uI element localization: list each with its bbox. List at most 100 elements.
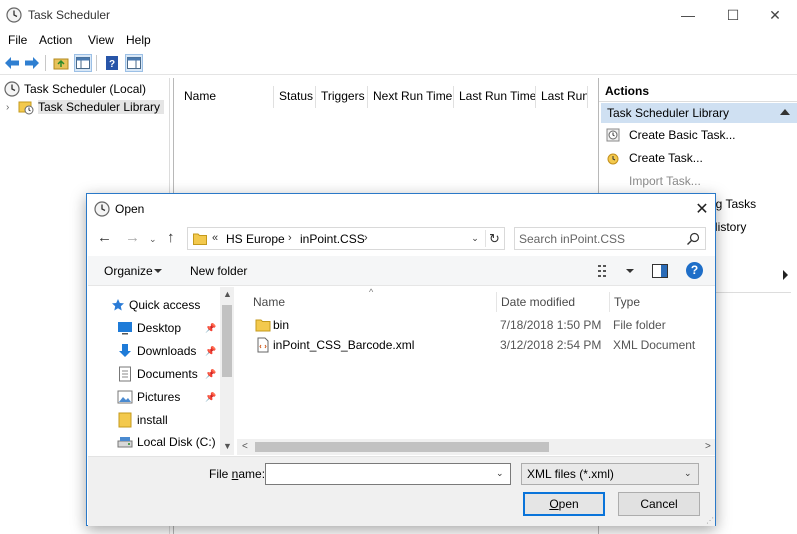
nav-documents[interactable]: Documents 📌 — [88, 364, 220, 384]
menu-view[interactable]: View — [88, 33, 114, 47]
caret-down-icon[interactable] — [154, 269, 162, 273]
tree-item-library-row[interactable]: › Task Scheduler Library — [6, 98, 165, 116]
refresh-icon[interactable]: ↻ — [485, 230, 503, 247]
column-header-name[interactable]: Name — [249, 292, 495, 312]
dialog-close-button[interactable]: ✕ — [691, 198, 713, 220]
action-create-task[interactable]: Create Task... — [605, 148, 703, 168]
horizontal-scrollbar[interactable]: < > — [237, 439, 715, 455]
scroll-thumb[interactable] — [222, 305, 232, 377]
show-hide-console-icon[interactable] — [74, 54, 92, 72]
breadcrumb-separator[interactable]: › — [364, 232, 368, 244]
file-row-xml[interactable]: inPoint_CSS_Barcode.xml 3/12/2018 2:54 P… — [249, 335, 709, 355]
new-folder-button[interactable]: New folder — [190, 264, 247, 278]
clock-icon — [6, 7, 22, 23]
scroll-left-icon[interactable]: < — [242, 441, 248, 452]
chevron-down-icon[interactable]: ⌄ — [496, 468, 504, 479]
pictures-icon — [117, 389, 133, 405]
file-date: 7/18/2018 1:50 PM — [500, 318, 602, 332]
star-icon — [110, 297, 126, 313]
minimize-button[interactable]: — — [665, 0, 711, 30]
scroll-down-icon[interactable]: ▼ — [223, 441, 232, 451]
file-type: File folder — [613, 318, 666, 332]
column-status[interactable]: Status — [274, 86, 316, 108]
toolbar-separator — [45, 55, 46, 71]
tree-item-local[interactable]: Task Scheduler (Local) — [4, 80, 146, 98]
nav-desktop[interactable]: Desktop 📌 — [88, 318, 220, 338]
nav-scrollbar[interactable]: ▲ ▼ — [220, 287, 234, 455]
menu-action[interactable]: Action — [39, 33, 72, 47]
window-title: Task Scheduler — [28, 8, 111, 22]
resize-grip-icon[interactable]: ⋰ — [706, 517, 714, 525]
view-options-icon[interactable] — [598, 264, 616, 278]
pin-icon[interactable]: 📌 — [205, 392, 216, 402]
dialog-title-bar: Open ✕ — [87, 194, 715, 222]
recent-locations-chevron-icon[interactable]: ⌄ — [149, 231, 161, 247]
collapse-arrow-icon[interactable] — [780, 109, 790, 115]
forward-arrow-icon[interactable] — [23, 54, 41, 72]
action-running-tasks[interactable]: ng Tasks — [709, 194, 756, 214]
documents-icon — [117, 366, 133, 382]
back-arrow-icon[interactable]: ← — [97, 230, 113, 247]
column-name[interactable]: Name — [179, 86, 274, 108]
forward-arrow-icon[interactable]: → — [125, 230, 141, 247]
file-date: 3/12/2018 2:54 PM — [500, 338, 602, 352]
nav-pictures[interactable]: Pictures 📌 — [88, 387, 220, 407]
svg-text:?: ? — [109, 59, 115, 70]
nav-quick-access[interactable]: Quick access — [88, 295, 220, 315]
scroll-thumb[interactable] — [255, 442, 549, 452]
cancel-button[interactable]: Cancel — [618, 492, 700, 516]
show-action-pane-icon[interactable] — [125, 54, 143, 72]
column-last-run[interactable]: Last Run Time — [454, 86, 536, 108]
overflow-chevron[interactable]: « — [212, 232, 218, 244]
pin-icon[interactable]: 📌 — [205, 346, 216, 356]
folder-up-icon[interactable] — [52, 54, 70, 72]
address-dropdown-icon[interactable]: ⌄ — [468, 231, 482, 246]
column-header-date[interactable]: Date modified — [496, 292, 606, 312]
file-name-input[interactable] — [269, 466, 491, 482]
close-button[interactable]: ✕ — [752, 0, 797, 30]
file-row-bin[interactable]: bin 7/18/2018 1:50 PM File folder — [249, 315, 709, 335]
open-button[interactable]: Open — [523, 492, 605, 516]
scroll-right-icon[interactable]: > — [705, 441, 711, 452]
breadcrumb-separator[interactable]: › — [288, 232, 292, 244]
pin-icon[interactable]: 📌 — [205, 323, 216, 333]
back-arrow-icon[interactable] — [3, 54, 21, 72]
action-import-task[interactable]: Import Task... — [605, 171, 701, 191]
preview-pane-icon[interactable] — [652, 264, 668, 278]
clock-icon — [94, 201, 110, 217]
folder-icon — [193, 232, 207, 245]
organize-button[interactable]: Organize — [104, 264, 153, 278]
menu-file[interactable]: File — [8, 33, 27, 47]
section-label: Task Scheduler Library — [607, 106, 730, 120]
column-last-run-result[interactable]: Last Run R — [536, 86, 588, 108]
breadcrumb-inpoint-css[interactable]: inPoint.CSS — [300, 232, 365, 246]
help-book-icon[interactable]: ? — [103, 54, 121, 72]
menu-help[interactable]: Help — [126, 33, 151, 47]
chevron-right-icon[interactable]: › — [6, 102, 18, 113]
help-icon[interactable]: ? — [686, 262, 703, 279]
column-next-run[interactable]: Next Run Time — [368, 86, 454, 108]
chevron-down-icon[interactable]: ⌄ — [684, 468, 692, 479]
navigation-pane: Quick access Desktop 📌 Downloads 📌 Docum… — [88, 287, 234, 455]
nav-local-disk[interactable]: Local Disk (C:) — [88, 432, 220, 452]
submenu-arrow-icon[interactable] — [783, 270, 788, 280]
file-name-label: File name: — [209, 467, 266, 481]
search-icon[interactable] — [685, 231, 701, 247]
nav-downloads[interactable]: Downloads 📌 — [88, 341, 220, 361]
pin-icon[interactable]: 📌 — [205, 369, 216, 379]
scroll-up-icon[interactable]: ▲ — [223, 289, 232, 299]
maximize-button[interactable]: ☐ — [710, 0, 756, 30]
nav-install[interactable]: install — [88, 410, 220, 430]
file-type-value: XML files (*.xml) — [527, 467, 614, 481]
caret-down-icon[interactable] — [626, 269, 634, 273]
file-name: bin — [273, 318, 290, 332]
action-create-basic-task[interactable]: Create Basic Task... — [605, 125, 736, 145]
up-arrow-icon[interactable]: ↑ — [167, 230, 183, 246]
breadcrumb-hs-europe[interactable]: HS Europe — [226, 232, 285, 246]
actions-section-header[interactable]: Task Scheduler Library — [601, 103, 797, 123]
column-triggers[interactable]: Triggers — [316, 86, 368, 108]
search-input[interactable] — [519, 230, 679, 247]
address-bar[interactable]: « HS Europe › inPoint.CSS › ⌄ ↻ — [187, 227, 505, 250]
file-type-select[interactable]: XML files (*.xml) ⌄ — [521, 463, 699, 485]
column-header-type[interactable]: Type — [609, 292, 709, 312]
